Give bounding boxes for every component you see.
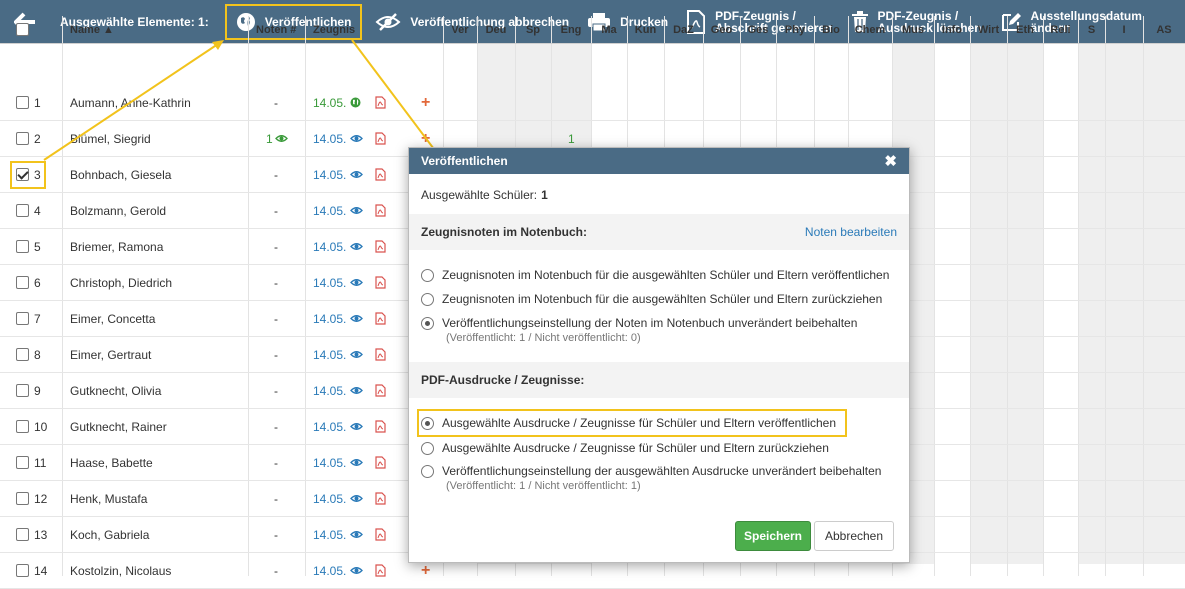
- pdf-section-header: PDF-Ausdrucke / Zeugnisse:: [409, 362, 909, 398]
- selected-students-count: 1: [541, 188, 548, 202]
- grades-section-header: Zeugnisnoten im Notenbuch: Noten bearbei…: [409, 214, 909, 250]
- radio-pdf-keep[interactable]: [421, 464, 434, 478]
- pdf-keep-status-row: (Veröffentlicht: 1 / Nicht veröffentlich…: [409, 478, 909, 494]
- pdf-option-withdraw-label: Ausgewählte Ausdrucke / Zeugnisse für Sc…: [442, 441, 829, 455]
- close-icon[interactable]: ✖: [884, 152, 897, 170]
- arrow-line-1: [43, 43, 219, 161]
- publish-dialog: Veröffentlichen ✖ Ausgewählte Schüler: 1…: [408, 147, 910, 563]
- cancel-button[interactable]: Abbrechen: [814, 521, 894, 551]
- grades-option-withdraw[interactable]: Zeugnisnoten im Notenbuch für die ausgew…: [409, 288, 909, 310]
- selected-students-label: Ausgewählte Schüler:: [421, 188, 538, 202]
- grades-section-title: Zeugnisnoten im Notenbuch:: [421, 225, 587, 239]
- save-button[interactable]: Speichern: [735, 521, 811, 551]
- radio-pdf-withdraw[interactable]: [421, 441, 434, 455]
- selected-students-row: Ausgewählte Schüler: 1: [409, 184, 909, 206]
- grades-option-keep-label: Veröffentlichungseinstellung der Noten i…: [442, 316, 858, 330]
- grades-keep-status: (Veröffentlicht: 1 / Nicht veröffentlich…: [446, 332, 641, 344]
- dialog-title: Veröffentlichen: [421, 154, 508, 168]
- edit-grades-link[interactable]: Noten bearbeiten: [805, 225, 897, 239]
- radio-grades-keep[interactable]: [421, 316, 434, 330]
- radio-grades-publish[interactable]: [421, 268, 434, 282]
- grades-option-publish-label: Zeugnisnoten im Notenbuch für die ausgew…: [442, 268, 890, 282]
- highlight-pdf-publish: [417, 409, 847, 437]
- pdf-option-withdraw[interactable]: Ausgewählte Ausdrucke / Zeugnisse für Sc…: [409, 437, 909, 459]
- dialog-header: Veröffentlichen ✖: [409, 148, 909, 174]
- grades-keep-status-row: (Veröffentlicht: 1 / Nicht veröffentlich…: [409, 330, 909, 346]
- arrow-head-1: [212, 40, 224, 50]
- pdf-section-title: PDF-Ausdrucke / Zeugnisse:: [421, 373, 585, 387]
- pdf-option-keep-label: Veröffentlichungseinstellung der ausgewä…: [442, 464, 882, 478]
- grades-option-publish[interactable]: Zeugnisnoten im Notenbuch für die ausgew…: [409, 264, 909, 286]
- pdf-keep-status: (Veröffentlicht: 1 / Nicht veröffentlich…: [446, 480, 641, 492]
- radio-grades-withdraw[interactable]: [421, 292, 434, 306]
- grades-option-withdraw-label: Zeugnisnoten im Notenbuch für die ausgew…: [442, 292, 883, 306]
